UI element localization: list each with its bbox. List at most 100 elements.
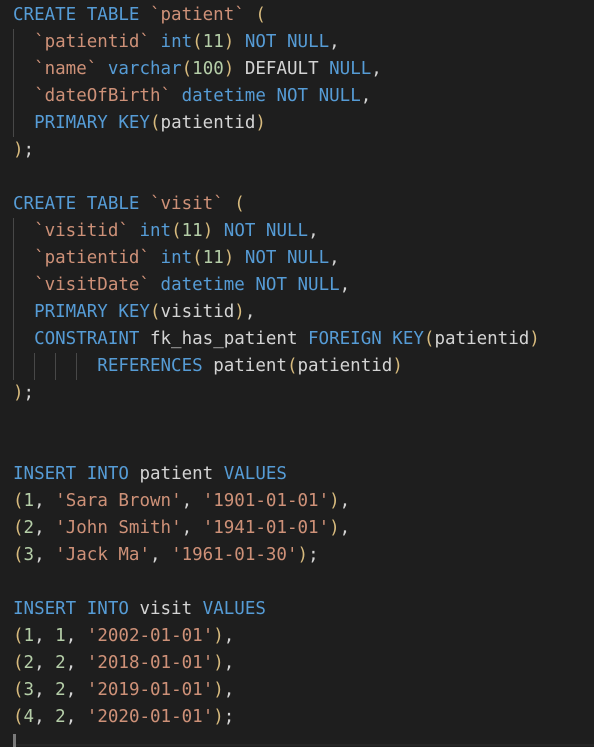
code-token-id [150,32,161,52]
code-token-id [13,329,34,349]
code-token-id: , [244,302,256,322]
code-token-kw: FOREIGN KEY [308,329,424,349]
code-line[interactable]: (4, 2, '2020-01-01'); [0,704,594,731]
code-token-id: ; [223,707,235,727]
code-token-id: patientid [434,329,530,349]
code-token-str: `name` [34,59,98,79]
code-token-kw: int [139,221,172,241]
code-token-num: 11 [202,32,224,52]
code-token-pn: ( [13,653,24,673]
code-token-str: 'John Smith' [55,518,182,538]
code-line[interactable]: `name` varchar(100) DEFAULT NULL, [0,56,594,83]
code-token-id [13,221,34,241]
code-token-pn: ( [13,707,24,727]
code-token-id [266,86,277,106]
code-token-pn: ) [13,383,24,403]
code-token-kw: int [160,248,193,268]
code-token-num: 100 [192,59,224,79]
code-token-id: , [65,626,87,646]
code-token-id: , [34,653,56,673]
horizontal-scrollbar-track [16,744,594,746]
code-token-num: 1 [23,491,35,511]
code-token-id: , [181,518,203,538]
code-token-id: ; [308,545,319,565]
code-line[interactable]: INSERT INTO visit VALUES [0,596,594,623]
code-token-pn: ( [13,491,24,511]
code-token-id [129,221,140,241]
code-line[interactable] [0,434,594,461]
code-line[interactable]: INSERT INTO patient VALUES [0,461,594,488]
code-line[interactable]: PRIMARY KEY(patientid) [0,110,594,137]
code-line[interactable]: (1, 1, '2002-01-01'), [0,623,594,650]
code-token-kw: int [160,32,193,52]
code-line[interactable] [0,164,594,191]
code-token-kw: INSERT INTO [13,464,129,484]
code-line[interactable]: `visitid` int(11) NOT NULL, [0,218,594,245]
code-token-pn: ) [234,302,245,322]
indent-guide [13,29,14,56]
code-line[interactable]: CONSTRAINT fk_has_patient FOREIGN KEY(pa… [0,326,594,353]
code-token-kw: varchar [107,59,182,79]
horizontal-scrollbar-thumb[interactable] [13,734,16,747]
code-token-pn: ( [423,329,435,349]
code-line[interactable]: REFERENCES patient(patientid) [0,353,594,380]
code-token-pn: ( [244,5,266,25]
code-line[interactable]: PRIMARY KEY(visitid), [0,299,594,326]
code-line[interactable] [0,407,594,434]
code-token-pn: ( [286,356,298,376]
code-line[interactable]: `patientid` int(11) NOT NULL, [0,245,594,272]
code-token-pn: ) [297,545,309,565]
code-token-pn: ) [213,653,224,673]
code-token-kw: VALUES [202,599,266,619]
code-token-id: , [65,680,87,700]
code-token-pn: ( [223,194,245,214]
code-lines-container[interactable]: CREATE TABLE `patient` ( `patientid` int… [0,2,594,731]
code-token-id [13,275,34,295]
code-token-pn: ( [192,248,203,268]
code-token-id: , [339,275,351,295]
code-token-kw: CREATE TABLE [13,5,150,25]
code-token-str: `dateOfBirth` [34,86,172,106]
code-line[interactable]: (2, 2, '2018-01-01'), [0,650,594,677]
code-token-num: 2 [55,653,66,673]
code-token-str: `visit` [149,194,224,214]
code-token-pn: ( [149,113,161,133]
code-line[interactable]: (3, 'Jack Ma', '1961-01-30'); [0,542,594,569]
code-token-str: '1961-01-30' [171,545,298,565]
code-token-kw: PRIMARY KEY [34,302,150,322]
code-line[interactable]: (3, 2, '2019-01-01'), [0,677,594,704]
code-line[interactable]: CREATE TABLE `visit` ( [0,191,594,218]
code-token-pn: ( [171,221,182,241]
code-line[interactable]: `dateOfBirth` datetime NOT NULL, [0,83,594,110]
code-line[interactable]: `patientid` int(11) NOT NULL, [0,29,594,56]
code-line[interactable] [0,569,594,596]
code-token-id: , [34,626,56,646]
code-editor[interactable]: CREATE TABLE `patient` ( `patientid` int… [0,0,594,747]
code-token-id: visitid [160,302,235,322]
code-line[interactable]: (2, 'John Smith', '1941-01-01'), [0,515,594,542]
code-token-kw: PRIMARY KEY [34,113,150,133]
code-token-pn: ) [213,707,224,727]
code-token-id: , [65,707,87,727]
code-token-id: , [223,653,235,673]
code-token-num: 2 [23,653,35,673]
code-token-id: , [150,545,172,565]
code-line[interactable]: CREATE TABLE `patient` ( [0,2,594,29]
indent-guide [13,272,14,299]
code-token-str: 'Jack Ma' [55,545,150,565]
indent-guide [13,110,14,137]
code-token-num: 3 [23,545,35,565]
code-token-id: , [308,221,319,241]
code-token-id [234,248,245,268]
code-token-id: , [360,86,372,106]
code-line[interactable]: `visitDate` datetime NOT NULL, [0,272,594,299]
code-token-id: fk_has_patient [139,329,309,349]
code-line[interactable]: (1, 'Sara Brown', '1901-01-01'), [0,488,594,515]
code-token-id [13,86,34,106]
code-token-str: '1901-01-01' [202,491,330,511]
code-line[interactable]: ); [0,380,594,407]
code-token-id: , [34,491,56,511]
code-line[interactable]: ); [0,137,594,164]
code-token-id [150,275,161,295]
code-token-pn: ) [529,329,540,349]
